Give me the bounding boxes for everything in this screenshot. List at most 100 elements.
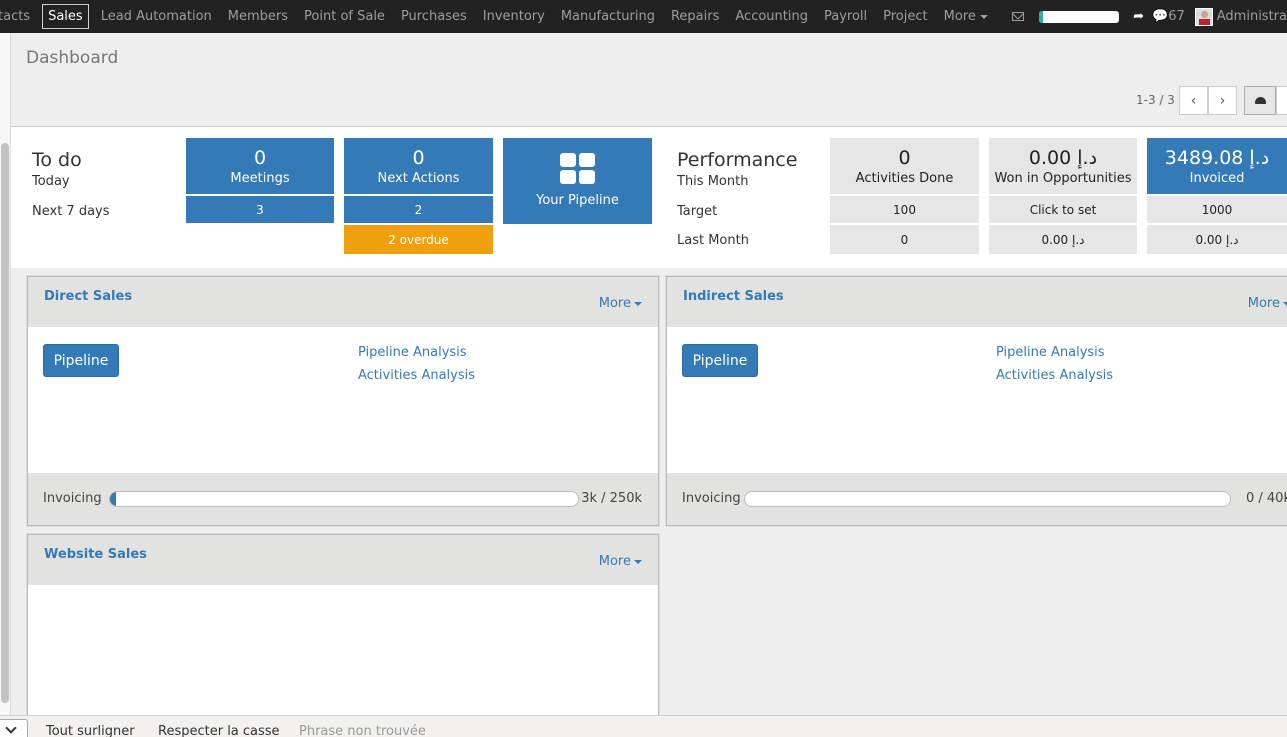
chat-button[interactable]: 💬67 — [1152, 9, 1185, 24]
invoicing-footer: Invoicing 0 / 40k — [667, 473, 1287, 525]
performance-title: Performance — [677, 149, 798, 171]
team-card-header: Indirect Sales More — [667, 277, 1287, 327]
sign-out-icon[interactable]: ➦ — [1133, 9, 1144, 24]
next-actions-today-value: 0 — [412, 146, 425, 169]
menu-inventory[interactable]: Inventory — [475, 0, 553, 33]
next-actions-today-tile[interactable]: 0 Next Actions — [344, 138, 493, 194]
invoiced-label: Invoiced — [1189, 170, 1245, 186]
performance-this-month-label: This Month — [677, 174, 749, 189]
won-target-tile[interactable]: Click to set — [989, 196, 1137, 223]
find-next-dropdown[interactable] — [0, 719, 28, 737]
next-actions-next7-tile[interactable]: 2 — [344, 196, 493, 223]
meetings-today-tile[interactable]: 0 Meetings — [186, 138, 334, 194]
menu-contacts[interactable]: tacts — [0, 0, 38, 33]
meetings-next7-tile[interactable]: 3 — [186, 196, 334, 223]
menu-lead-automation[interactable]: Lead Automation — [93, 0, 220, 33]
dashboard-icon — [1254, 97, 1266, 104]
pipeline-analysis-link[interactable]: Pipeline Analysis — [996, 345, 1105, 360]
won-opportunities-value: 0.00 د.إ — [1028, 146, 1098, 169]
pipeline-grid-icon — [560, 153, 595, 184]
caret-down-icon — [1283, 301, 1287, 306]
user-avatar[interactable] — [1194, 7, 1213, 26]
won-target-value: Click to set — [1029, 202, 1097, 217]
match-case-option[interactable]: Respecter la casse — [158, 724, 280, 737]
activities-done-value: 0 — [898, 146, 911, 169]
activities-target-value: 100 — [893, 202, 916, 217]
invoicing-value: 0 / 40k — [1246, 491, 1287, 506]
pipeline-button[interactable]: Pipeline — [43, 344, 119, 377]
pipeline-button[interactable]: Pipeline — [682, 344, 758, 377]
invoiced-target-tile[interactable]: 1000 — [1147, 196, 1287, 223]
your-pipeline-label: Your Pipeline — [536, 193, 619, 208]
won-last-month-value: 0.00 د.إ — [1041, 232, 1085, 247]
top-progress-bar — [1039, 10, 1120, 23]
top-navbar: tacts Sales Lead Automation Members Poin… — [0, 0, 1287, 33]
invoicing-label: Invoicing — [682, 491, 741, 506]
activities-last-month-value: 0 — [900, 232, 909, 247]
menu-project[interactable]: Project — [875, 0, 935, 33]
won-opportunities-label: Won in Opportunities — [994, 170, 1132, 186]
todo-today-label: Today — [32, 174, 70, 189]
meetings-next7-value: 3 — [256, 202, 264, 217]
left-scrollbar[interactable] — [0, 33, 11, 715]
invoicing-progress-bar — [109, 491, 579, 507]
breadcrumb: Dashboard — [26, 48, 119, 68]
pager-previous-button[interactable]: ‹ — [1179, 86, 1208, 115]
chat-count: 67 — [1168, 9, 1185, 24]
chat-icon: 💬 — [1152, 9, 1169, 24]
app-menu: tacts Sales Lead Automation Members Poin… — [0, 0, 996, 33]
control-panel: Dashboard 1-3 / 3 ‹ › — [11, 33, 1287, 127]
team-more-dropdown[interactable]: More — [599, 296, 642, 311]
dashboard-view-button[interactable] — [1244, 86, 1276, 115]
pager-value[interactable]: 1-3 / 3 — [1136, 93, 1175, 107]
caret-down-icon — [634, 301, 642, 306]
more-label: More — [598, 296, 631, 311]
won-opportunities-tile[interactable]: 0.00 د.إ Won in Opportunities — [989, 138, 1137, 194]
menu-point-of-sale[interactable]: Point of Sale — [296, 0, 393, 33]
menu-members[interactable]: Members — [220, 0, 296, 33]
team-more-dropdown[interactable]: More — [599, 554, 642, 569]
pipeline-analysis-link[interactable]: Pipeline Analysis — [358, 345, 467, 360]
menu-accounting[interactable]: Accounting — [727, 0, 816, 33]
next-actions-label: Next Actions — [377, 170, 460, 186]
your-pipeline-tile[interactable]: Your Pipeline — [503, 138, 652, 224]
menu-purchases[interactable]: Purchases — [393, 0, 475, 33]
list-view-button[interactable] — [1276, 86, 1287, 115]
overdue-value: 2 overdue — [388, 232, 449, 247]
next-actions-next7-value: 2 — [414, 202, 423, 217]
pager-next-button[interactable]: › — [1208, 86, 1237, 115]
menu-payroll[interactable]: Payroll — [816, 0, 875, 33]
envelope-icon[interactable] — [1012, 12, 1025, 21]
todo-next7-label: Next 7 days — [32, 204, 110, 219]
sales-dashboard-stats: To do Today Next 7 days 0 Meetings 3 0 N… — [11, 127, 1287, 268]
team-card-indirect-sales: Indirect Sales More Pipeline Pipeline An… — [666, 276, 1287, 526]
team-card-direct-sales: Direct Sales More Pipeline Pipeline Anal… — [27, 276, 659, 526]
team-card-header: Direct Sales More — [28, 277, 658, 327]
menu-manufacturing[interactable]: Manufacturing — [553, 0, 663, 33]
highlight-all-option[interactable]: Tout surligner — [46, 724, 135, 737]
activities-analysis-link[interactable]: Activities Analysis — [358, 368, 475, 383]
performance-last-month-label: Last Month — [677, 233, 749, 248]
caret-down-icon — [634, 559, 642, 564]
team-more-dropdown[interactable]: More — [1248, 296, 1287, 311]
invoicing-progress-bar — [744, 491, 1231, 507]
user-name[interactable]: Administra — [1217, 9, 1287, 24]
won-last-month-tile: 0.00 د.إ — [989, 225, 1137, 254]
team-card-header: Website Sales More — [28, 535, 658, 585]
team-name[interactable]: Direct Sales — [44, 289, 132, 304]
invoiced-tile[interactable]: 3489.08 د.إ Invoiced — [1147, 138, 1287, 194]
team-name[interactable]: Website Sales — [44, 547, 147, 562]
systray: ➦ 💬67 Administra — [1012, 0, 1287, 33]
team-name[interactable]: Indirect Sales — [683, 289, 784, 304]
more-label: More — [1247, 296, 1280, 311]
activities-target-tile[interactable]: 100 — [830, 196, 979, 223]
activities-done-tile[interactable]: 0 Activities Done — [830, 138, 979, 194]
menu-repairs[interactable]: Repairs — [663, 0, 727, 33]
overdue-tile[interactable]: 2 overdue — [344, 225, 493, 254]
activities-analysis-link[interactable]: Activities Analysis — [996, 368, 1113, 383]
invoicing-footer: Invoicing 3k / 250k — [28, 473, 658, 525]
scrollbar-thumb[interactable] — [1, 143, 9, 703]
menu-sales[interactable]: Sales — [42, 4, 89, 29]
team-card-website-sales: Website Sales More — [27, 534, 659, 724]
menu-more[interactable]: More — [936, 0, 996, 33]
